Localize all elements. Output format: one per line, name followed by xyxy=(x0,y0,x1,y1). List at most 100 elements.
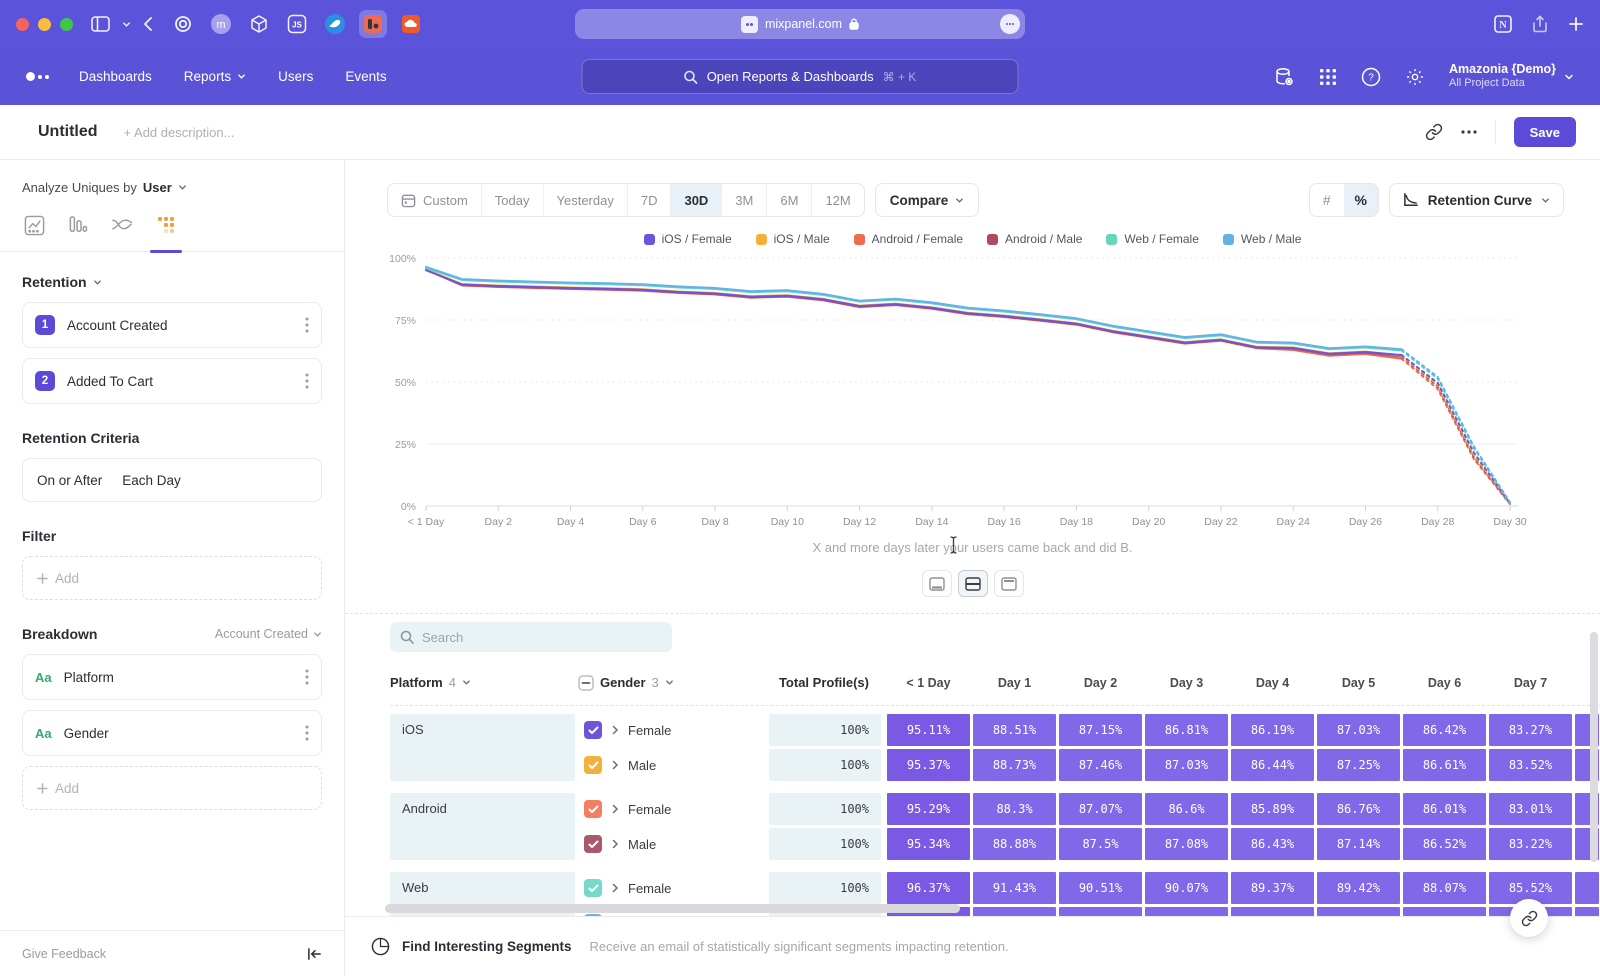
tab-retention[interactable] xyxy=(154,213,178,237)
table-search-input[interactable] xyxy=(422,630,642,645)
horizontal-scrollbar[interactable] xyxy=(385,904,960,913)
date-range-12m[interactable]: 12M xyxy=(812,184,863,216)
retention-step-added-to-cart[interactable]: 2Added To Cart xyxy=(22,358,322,404)
add-filter-button[interactable]: Add xyxy=(22,556,322,600)
checkbox-android-male[interactable] xyxy=(584,835,602,853)
share-link-fab[interactable] xyxy=(1510,899,1548,937)
criteria-interval[interactable]: Each Day xyxy=(122,473,181,488)
more-options-icon[interactable] xyxy=(1461,130,1477,134)
soundcloud-icon[interactable] xyxy=(397,10,425,38)
expand-row-icon[interactable] xyxy=(611,883,619,893)
chevron-down-icon[interactable] xyxy=(178,183,187,192)
js-icon[interactable]: JS xyxy=(283,10,311,38)
date-range-custom[interactable]: Custom xyxy=(388,184,482,216)
collapse-sidebar-icon[interactable] xyxy=(307,947,322,961)
date-range-30d[interactable]: 30D xyxy=(671,184,722,216)
url-more-icon[interactable] xyxy=(1000,14,1020,34)
tab-insights[interactable] xyxy=(22,213,46,237)
url-bar[interactable]: mixpanel.com xyxy=(575,9,1025,39)
avatar-m-icon[interactable]: m xyxy=(207,10,235,38)
checkbox-ios-male[interactable] xyxy=(584,756,602,774)
project-switcher[interactable]: Amazonia {Demo} All Project Data xyxy=(1449,62,1574,91)
settings-gear-icon[interactable] xyxy=(1405,67,1425,87)
legend-item-web-female[interactable]: Web / Female xyxy=(1106,232,1198,246)
chevron-down-icon[interactable] xyxy=(122,20,131,29)
zoom-window-button[interactable] xyxy=(60,18,73,31)
chart-type-dropdown[interactable]: Retention Curve xyxy=(1389,183,1564,217)
x-axis-tick-label: Day 30 xyxy=(1493,516,1526,528)
chevron-down-icon[interactable] xyxy=(93,278,102,287)
retention-criteria-card[interactable]: On or After Each Day xyxy=(22,458,322,502)
value-mode-number[interactable]: # xyxy=(1310,184,1344,216)
segments-title[interactable]: Find Interesting Segments xyxy=(402,939,572,954)
nav-item-dashboards[interactable]: Dashboards xyxy=(79,69,152,84)
checkbox-ios-female[interactable] xyxy=(584,721,602,739)
date-range-6m[interactable]: 6M xyxy=(767,184,812,216)
legend-item-android-female[interactable]: Android / Female xyxy=(854,232,963,246)
notion-icon[interactable]: N xyxy=(1494,15,1512,33)
legend-item-ios-female[interactable]: iOS / Female xyxy=(644,232,732,246)
vertical-scrollbar[interactable] xyxy=(1590,632,1598,862)
new-tab-icon[interactable] xyxy=(1568,16,1584,32)
kebab-menu-icon[interactable] xyxy=(305,317,309,333)
nav-item-reports[interactable]: Reports xyxy=(184,69,246,84)
mixpanel-logo-icon[interactable] xyxy=(26,72,49,81)
retention-value-cell: 96.37% xyxy=(887,872,970,904)
global-search-button[interactable]: Open Reports & Dashboards ⌘ + K xyxy=(582,59,1019,94)
cube-icon[interactable] xyxy=(245,10,273,38)
kebab-menu-icon[interactable] xyxy=(305,669,309,685)
date-range-7d[interactable]: 7D xyxy=(628,184,672,216)
data-management-icon[interactable] xyxy=(1273,66,1295,88)
legend-item-web-male[interactable]: Web / Male xyxy=(1223,232,1301,246)
platform-column-header[interactable]: Platform 4 xyxy=(390,675,575,690)
back-icon[interactable] xyxy=(143,17,153,31)
gender-column-header[interactable]: Gender 3 xyxy=(578,675,766,691)
analyze-value[interactable]: User xyxy=(143,180,172,195)
value-mode-percent[interactable]: % xyxy=(1344,184,1378,216)
red-app-icon[interactable] xyxy=(359,10,387,38)
add-breakdown-button[interactable]: Add xyxy=(22,766,322,810)
save-button[interactable]: Save xyxy=(1514,117,1576,147)
view-toggle-chart-and-table[interactable] xyxy=(958,570,988,597)
share-icon[interactable] xyxy=(1532,15,1548,33)
kebab-menu-icon[interactable] xyxy=(305,725,309,741)
expand-row-icon[interactable] xyxy=(611,839,619,849)
retention-step-account-created[interactable]: 1Account Created xyxy=(22,302,322,348)
table-search[interactable] xyxy=(390,622,672,652)
report-title[interactable]: Untitled xyxy=(38,123,98,141)
close-window-button[interactable] xyxy=(16,18,29,31)
bird-icon[interactable] xyxy=(321,10,349,38)
expand-row-icon[interactable] xyxy=(611,725,619,735)
apps-grid-icon[interactable] xyxy=(1319,68,1337,86)
checkbox-web-female[interactable] xyxy=(584,879,602,897)
tab-flows[interactable] xyxy=(110,213,134,237)
expand-row-icon[interactable] xyxy=(611,760,619,770)
target-icon[interactable] xyxy=(169,10,197,38)
date-range-3m[interactable]: 3M xyxy=(722,184,767,216)
compare-button[interactable]: Compare xyxy=(875,183,980,217)
expand-row-icon[interactable] xyxy=(611,804,619,814)
add-description-button[interactable]: + Add description... xyxy=(124,125,235,140)
breakdown-platform[interactable]: AaPlatform xyxy=(22,654,322,700)
breakdown-scope-dropdown[interactable]: Account Created xyxy=(215,627,322,641)
copy-link-icon[interactable] xyxy=(1425,123,1443,141)
criteria-condition[interactable]: On or After xyxy=(37,473,102,488)
breakdown-gender[interactable]: AaGender xyxy=(22,710,322,756)
give-feedback-link[interactable]: Give Feedback xyxy=(22,947,106,961)
help-icon[interactable]: ? xyxy=(1361,67,1381,87)
indeterminate-checkbox-icon[interactable] xyxy=(578,675,594,691)
sidebar-toggle-icon[interactable] xyxy=(91,16,110,32)
tab-funnels[interactable] xyxy=(66,213,90,237)
retention-value-cell-partial xyxy=(1575,872,1599,904)
checkbox-android-female[interactable] xyxy=(584,800,602,818)
nav-item-events[interactable]: Events xyxy=(345,69,386,84)
date-range-yesterday[interactable]: Yesterday xyxy=(544,184,628,216)
minimize-window-button[interactable] xyxy=(38,18,51,31)
legend-item-ios-male[interactable]: iOS / Male xyxy=(756,232,830,246)
view-toggle-chart-only[interactable] xyxy=(922,570,952,597)
kebab-menu-icon[interactable] xyxy=(305,373,309,389)
legend-item-android-male[interactable]: Android / Male xyxy=(987,232,1082,246)
date-range-today[interactable]: Today xyxy=(482,184,544,216)
nav-item-users[interactable]: Users xyxy=(278,69,313,84)
view-toggle-table-only[interactable] xyxy=(994,570,1024,597)
